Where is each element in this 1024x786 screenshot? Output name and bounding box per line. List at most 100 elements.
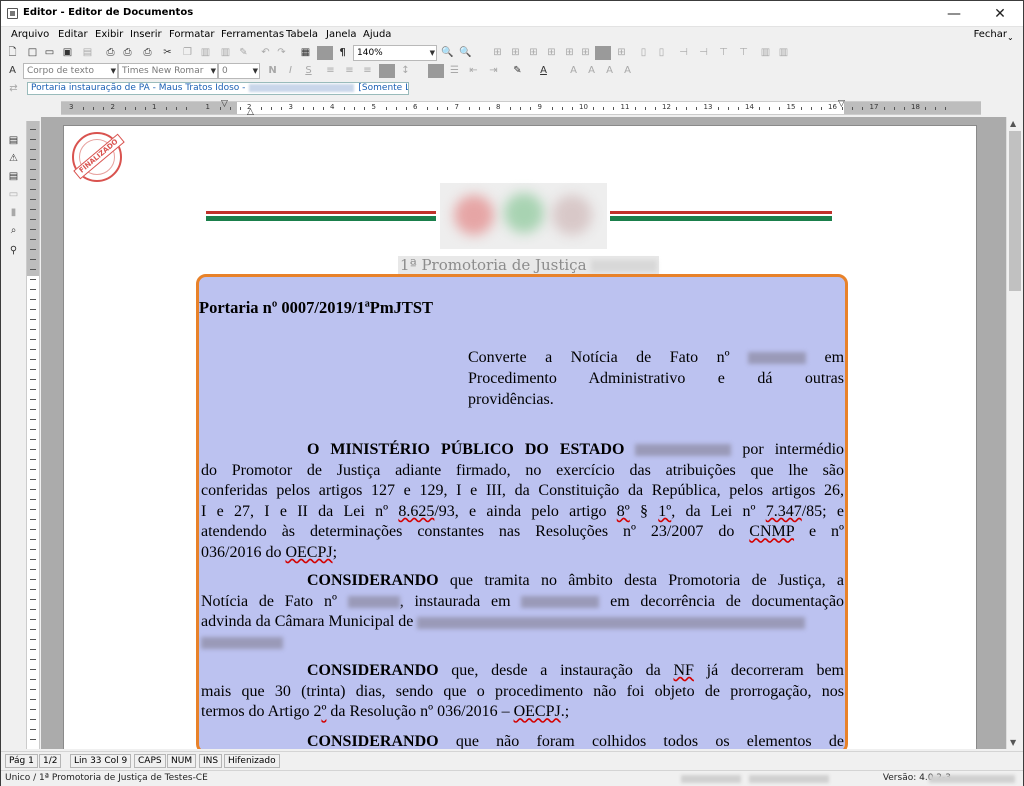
cut-icon[interactable]: ✂ xyxy=(161,46,174,59)
document-tab-title: Portaria instauração de PA - Maus Tratos… xyxy=(31,83,246,93)
menu-editar[interactable]: Editar xyxy=(58,29,88,40)
logo-blur-part xyxy=(552,195,592,235)
save-icon[interactable]: ▣ xyxy=(61,46,74,59)
minimize-button[interactable]: — xyxy=(931,1,977,27)
selected-text-region[interactable]: Portaria nº 0007/2019/1ªPmJTST Converte … xyxy=(196,274,848,749)
paragraph-style-combo[interactable]: Corpo de texto ▼ xyxy=(23,63,118,79)
menu-arquivo[interactable]: Arquivo xyxy=(11,29,49,40)
columns-icon[interactable]: ▥ xyxy=(759,46,772,59)
table-delete-icon[interactable]: ⊞ xyxy=(579,46,592,59)
page-setup-icon[interactable]: ▥ xyxy=(777,46,790,59)
pilcrow-icon[interactable]: ¶ xyxy=(336,46,349,59)
warning-doc-icon[interactable]: ⚠ xyxy=(7,152,20,165)
highlight-icon[interactable]: ✎ xyxy=(511,64,524,77)
chevron-down-icon[interactable]: ⌄ xyxy=(1007,33,1014,42)
align-center-icon[interactable]: ≡ xyxy=(343,64,356,77)
shrink-font-icon[interactable]: A xyxy=(621,64,634,77)
fechar-button[interactable]: Fechar xyxy=(974,29,1007,40)
vruler-tick xyxy=(30,209,36,210)
document-page[interactable]: FINALIZADO 1ª Promotoria de Justiça Port… xyxy=(63,125,977,749)
ruler-left-margin xyxy=(61,102,237,114)
table-borders-icon[interactable] xyxy=(595,46,611,60)
menu-inserir[interactable]: Inserir xyxy=(130,29,162,40)
vertical-ruler[interactable] xyxy=(26,121,40,749)
align-left-icon[interactable]: ≡ xyxy=(324,64,337,77)
track-changes-icon[interactable]: ⇄ xyxy=(7,82,20,95)
save-disabled-icon[interactable]: ▤ xyxy=(81,46,94,59)
bold-button[interactable]: N xyxy=(266,64,279,77)
search-doc-icon[interactable]: ⌕ xyxy=(7,224,20,237)
list-bullets-icon[interactable] xyxy=(428,64,444,78)
copy-icon[interactable]: ❐ xyxy=(181,46,194,59)
indent-decrease-icon[interactable]: ⇤ xyxy=(467,64,480,77)
table-row-icon[interactable]: ⊞ xyxy=(509,46,522,59)
table-split-icon[interactable]: ⊞ xyxy=(563,46,576,59)
redo-icon[interactable]: ↷ xyxy=(275,46,288,59)
table-autofit-icon[interactable]: ▯ xyxy=(655,46,668,59)
insert-footnote-icon[interactable]: ⊤ xyxy=(737,46,750,59)
ruler-tick xyxy=(176,107,177,110)
vertical-scrollbar[interactable]: ▲ ▼ xyxy=(1006,117,1023,749)
table-insert-icon[interactable]: ⊞ xyxy=(491,46,504,59)
table-props-icon[interactable]: ⊞ xyxy=(615,46,628,59)
vruler-tick xyxy=(30,289,36,290)
align-right-icon[interactable]: ≡ xyxy=(361,64,374,77)
zoom-in-icon[interactable]: 🔍 xyxy=(459,46,472,59)
left-indent-marker[interactable]: △ xyxy=(247,107,254,117)
font-combo[interactable]: Times New Romar ▼ xyxy=(118,63,218,79)
clear-icon[interactable]: ▥ xyxy=(219,46,232,59)
list-numbers-icon[interactable]: ☰ xyxy=(448,64,461,77)
insert-field-icon[interactable]: ⊣ xyxy=(677,46,690,59)
subscript-icon[interactable]: A xyxy=(585,64,598,77)
table-align-icon[interactable]: ▯ xyxy=(637,46,650,59)
list-doc-icon[interactable]: ▤ xyxy=(7,170,20,183)
close-window-button[interactable]: ✕ xyxy=(977,1,1023,27)
justify-icon[interactable] xyxy=(379,64,395,78)
paint-icon[interactable]: ⚲ xyxy=(7,244,20,257)
indent-increase-icon[interactable]: ⇥ xyxy=(487,64,500,77)
line-spacing-icon[interactable]: ↕ xyxy=(399,64,412,77)
horizontal-ruler[interactable]: 3 2 1 1 2 3 4 5 6 7 8 9 10 11 12 13 14 15 16 17 18 ▽ △ ▽ xyxy=(61,99,981,117)
vruler-tick xyxy=(30,359,36,360)
menu-tabela[interactable]: Tabela xyxy=(286,29,318,40)
menu-janela[interactable]: Janela xyxy=(326,29,356,40)
paste-icon[interactable]: ▥ xyxy=(199,46,212,59)
font-size-combo[interactable]: 0 ▼ xyxy=(218,63,260,79)
superscript-icon[interactable]: A xyxy=(567,64,580,77)
scroll-down-icon[interactable]: ▼ xyxy=(1010,738,1016,747)
open-folder-icon[interactable]: ▭ xyxy=(43,46,56,59)
grow-font-icon[interactable]: A xyxy=(603,64,616,77)
ruler-tick xyxy=(124,107,126,110)
menu-ferramentas[interactable]: Ferramentas xyxy=(221,29,284,40)
document-tab[interactable]: Portaria instauração de PA - Maus Tratos… xyxy=(27,82,409,95)
underline-button[interactable]: S xyxy=(302,64,315,77)
trash-icon[interactable]: ▮ xyxy=(7,206,20,219)
right-indent-marker[interactable]: ▽ xyxy=(838,99,845,109)
vruler-tick xyxy=(30,339,36,340)
first-line-indent-marker[interactable]: ▽ xyxy=(221,99,228,109)
table-icon[interactable]: ▦ xyxy=(299,46,312,59)
scroll-thumb[interactable] xyxy=(1009,131,1021,291)
blank-page-icon[interactable]: □ xyxy=(26,46,39,59)
menu-formatar[interactable]: Formatar xyxy=(169,29,214,40)
format-paint-icon[interactable]: ✎ xyxy=(237,46,250,59)
italic-button[interactable]: I xyxy=(284,64,297,77)
menu-exibir[interactable]: Exibir xyxy=(95,29,123,40)
folder-icon[interactable]: ▭ xyxy=(7,188,20,201)
zoom-combo[interactable]: 140% ▼ xyxy=(353,45,437,61)
menu-ajuda[interactable]: Ajuda xyxy=(363,29,391,40)
print-preview-icon[interactable]: ⎙ xyxy=(121,46,134,59)
scroll-up-icon[interactable]: ▲ xyxy=(1010,119,1016,128)
font-color-icon[interactable]: A xyxy=(537,64,550,77)
toggle-grid-icon[interactable] xyxy=(317,46,333,60)
table-col-icon[interactable]: ⊞ xyxy=(527,46,540,59)
insert-break-icon[interactable]: ⊣ xyxy=(697,46,710,59)
zoom-out-icon[interactable]: 🔍 xyxy=(441,46,454,59)
print-setup-icon[interactable]: ⎙ xyxy=(141,46,154,59)
table-merge-icon[interactable]: ⊞ xyxy=(545,46,558,59)
insert-symbol-icon[interactable]: ⊤ xyxy=(717,46,730,59)
print-icon[interactable]: ⎙ xyxy=(104,46,117,59)
clipboard-icon[interactable]: ▤ xyxy=(7,134,20,147)
document-workspace[interactable]: FINALIZADO 1ª Promotoria de Justiça Port… xyxy=(41,117,1006,749)
undo-icon[interactable]: ↶ xyxy=(259,46,272,59)
